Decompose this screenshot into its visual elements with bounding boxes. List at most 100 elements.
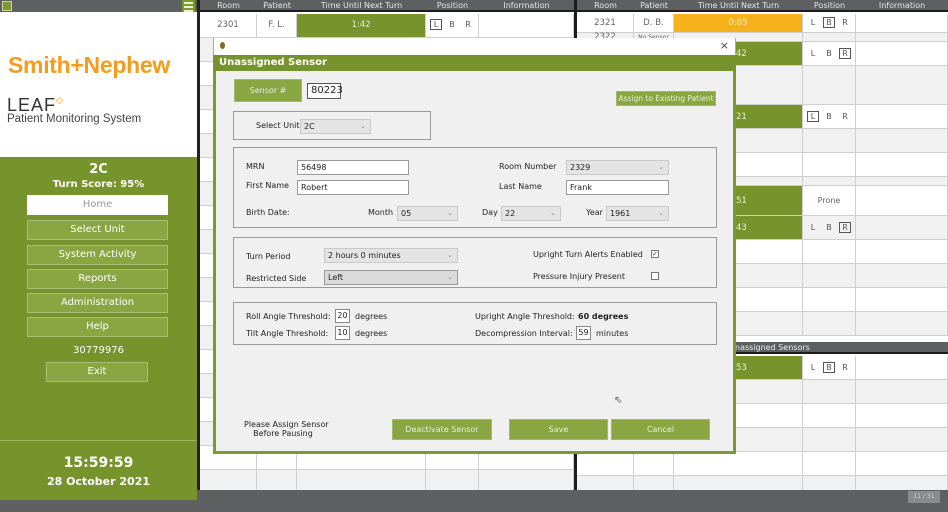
pressure-injury-checkbox[interactable] — [651, 272, 659, 280]
pause-note: Please Assign Sensor Before Pausing — [244, 420, 329, 438]
position-r-toggle[interactable]: R — [839, 363, 851, 374]
table-row[interactable] — [577, 452, 948, 476]
day-dropdown[interactable]: 22 ⌄ — [501, 206, 561, 221]
position-cell — [803, 264, 856, 287]
information-cell — [856, 264, 948, 287]
information-cell — [856, 14, 948, 32]
position-cell: LBR — [803, 356, 856, 379]
nav-select-unit-button[interactable]: Select Unit — [27, 220, 168, 240]
position-b-toggle[interactable]: B — [823, 49, 835, 60]
table-row[interactable]: 2301 F. L. 1:42 L B R — [200, 14, 574, 38]
month-value: 05 — [401, 209, 412, 218]
position-cell: Prone — [803, 186, 856, 215]
position-b-toggle[interactable]: B — [823, 112, 835, 123]
upright-angle-label: Upright Angle Threshold: — [475, 312, 575, 321]
header-information: Information — [878, 1, 926, 10]
position-cell: LBR — [803, 14, 856, 32]
position-l-toggle[interactable]: L — [807, 18, 819, 29]
position-cell: LBR — [803, 105, 856, 128]
cancel-button[interactable]: Cancel — [611, 419, 710, 440]
position-r-toggle[interactable]: R — [839, 222, 851, 233]
select-unit-group: Select Unit 2C ⌄ — [233, 111, 431, 140]
last-name-field[interactable]: Frank — [566, 180, 669, 195]
first-name-field[interactable]: Robert — [297, 180, 409, 195]
position-cell — [803, 33, 856, 41]
select-unit-dropdown[interactable]: 2C ⌄ — [300, 119, 371, 134]
position-l-toggle[interactable]: L — [807, 49, 819, 60]
chevron-down-icon: ⌄ — [447, 251, 453, 259]
tilt-angle-field[interactable]: 10 — [335, 326, 350, 340]
position-l-toggle[interactable]: L — [807, 363, 819, 374]
nav-home-button[interactable]: Home — [27, 195, 168, 215]
roll-angle-field[interactable]: 20 — [335, 309, 350, 323]
nav-system-activity-button[interactable]: System Activity — [27, 245, 168, 265]
deactivate-sensor-button[interactable]: Deactivate Sensor — [392, 419, 492, 440]
birth-date-label: Birth Date: — [246, 208, 290, 217]
turn-score: Turn Score: 95% — [52, 179, 145, 190]
page-control[interactable]: 11 / 31 — [908, 491, 940, 503]
save-button[interactable]: Save — [509, 419, 608, 440]
header-room: Room — [594, 1, 617, 10]
position-r-toggle[interactable]: R — [839, 48, 851, 59]
clock-date: 28 October 2021 — [46, 475, 151, 488]
exit-button[interactable]: Exit — [46, 362, 148, 382]
window-icon[interactable] — [2, 1, 12, 11]
patient-cell: F. L. — [257, 14, 297, 37]
mrn-label: MRN — [246, 162, 265, 171]
nav-administration-button[interactable]: Administration — [27, 293, 168, 313]
restricted-side-dropdown[interactable]: Left ⌄ — [324, 270, 458, 285]
turn-settings-group: Turn Period 2 hours 0 minutes ⌄ Restricte… — [233, 237, 717, 288]
chevron-down-icon: ⌄ — [658, 209, 664, 217]
select-unit-label: Select Unit — [256, 121, 300, 130]
header-room: Room — [217, 1, 240, 10]
timer-cell: 0:05 — [674, 14, 803, 32]
mrn-field[interactable]: 56498 — [297, 160, 409, 175]
assign-existing-patient-button[interactable]: Assign to Existing Patient — [616, 91, 716, 106]
month-dropdown[interactable]: 05 ⌄ — [397, 206, 458, 221]
tilt-degrees-unit: degrees — [355, 329, 388, 338]
information-cell — [856, 216, 948, 239]
roll-angle-label: Roll Angle Threshold: — [246, 312, 331, 321]
year-label: Year — [586, 208, 603, 217]
sensor-number-field[interactable]: 80223 — [307, 83, 343, 99]
close-icon[interactable]: × — [720, 39, 729, 52]
position-cell — [803, 380, 856, 403]
position-l-toggle[interactable]: L — [807, 223, 819, 234]
information-cell — [856, 380, 948, 403]
logo-area: Smith+Nephew LEAF◇ Patient Monitoring Sy… — [0, 12, 197, 157]
position-cell — [803, 129, 856, 152]
nav-help-button[interactable]: Help — [27, 317, 168, 337]
position-b-toggle[interactable]: B — [446, 20, 458, 31]
position-r-toggle[interactable]: R — [839, 18, 851, 29]
year-dropdown[interactable]: 1961 ⌄ — [606, 206, 669, 221]
room-number-label: Room Number — [499, 162, 557, 171]
nav-reports-button[interactable]: Reports — [27, 269, 168, 289]
room-number-dropdown[interactable]: 2329 ⌄ — [566, 160, 669, 175]
decompression-label: Decompression Interval: — [475, 329, 573, 338]
sidebar: Smith+Nephew LEAF◇ Patient Monitoring Sy… — [0, 0, 197, 500]
position-l-toggle[interactable]: L — [807, 111, 819, 122]
position-r-toggle[interactable]: R — [462, 20, 474, 31]
position-b-toggle[interactable]: B — [823, 17, 835, 28]
turn-period-value: 2 hours 0 minutes — [328, 251, 401, 260]
month-label: Month — [368, 208, 394, 217]
upright-alerts-checkbox[interactable]: ✓ — [651, 250, 659, 258]
roll-degrees-unit: degrees — [355, 312, 388, 321]
table-row[interactable]: 2321 D. B. 0:05 L B R — [577, 14, 948, 33]
position-r-toggle[interactable]: R — [839, 112, 851, 123]
position-l-toggle[interactable]: L — [430, 19, 442, 30]
hamburger-menu-icon[interactable] — [182, 0, 195, 12]
position-b-toggle[interactable]: B — [823, 362, 835, 373]
header-position: Position — [813, 1, 846, 10]
patient-info-group: MRN 56498 First Name Robert Room Number … — [233, 147, 717, 228]
pause-note-line2: Before Pausing — [253, 429, 313, 438]
position-b-toggle[interactable]: B — [823, 223, 835, 234]
decompression-field[interactable]: 59 — [576, 326, 591, 340]
sensor-number-label: Sensor # — [234, 79, 302, 102]
information-cell — [856, 356, 948, 379]
turn-period-dropdown[interactable]: 2 hours 0 minutes ⌄ — [324, 248, 458, 263]
unit-name: 2C — [89, 162, 108, 177]
position-cell — [803, 240, 856, 263]
position-cell — [803, 452, 856, 475]
information-cell — [856, 153, 948, 176]
